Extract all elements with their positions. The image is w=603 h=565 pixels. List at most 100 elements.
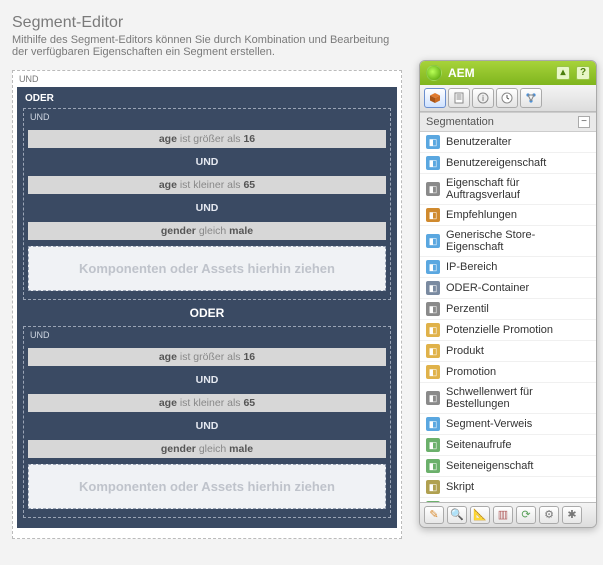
rule-row[interactable]: gender gleich male <box>28 222 386 240</box>
rule-row[interactable]: age ist kleiner als 65 <box>28 394 386 412</box>
component-item[interactable]: ◧ Perzentil <box>420 299 596 320</box>
component-item[interactable]: ◧Segment-Verweis <box>420 414 596 435</box>
sidekick-header[interactable]: AEM ▴ ? <box>420 61 596 85</box>
component-dropzone[interactable]: Komponenten oder Assets hierhin ziehen <box>28 246 386 291</box>
rule-operator: gleich <box>199 443 229 455</box>
component-item[interactable]: ◧Schwellenwert für Bestellungen <box>420 383 596 414</box>
component-icon: ◧ <box>426 208 440 222</box>
component-item[interactable]: ◧ Potenzielle Promotion <box>420 320 596 341</box>
component-item[interactable]: ◧Promotion <box>420 362 596 383</box>
clock-icon <box>501 92 513 104</box>
collapse-icon[interactable]: ▴ <box>556 66 570 80</box>
component-label: Eigenschaft für Auftragsverlauf <box>446 177 590 201</box>
component-icon: ◧ <box>426 344 440 358</box>
component-icon: ◧ <box>426 438 440 452</box>
or-container[interactable]: ODER UND age ist größer als 16 UND age i… <box>17 87 397 528</box>
component-item[interactable]: ◧ Seitenaufrufe <box>420 435 596 456</box>
and-container-inner[interactable]: UND age ist größer als 16 UND age ist kl… <box>23 108 391 300</box>
globe-icon: ⚙ <box>544 510 554 521</box>
rule-value: male <box>229 225 253 237</box>
clientcontext-button[interactable]: ⚙ <box>539 506 559 524</box>
component-icon: ◧ <box>426 135 440 149</box>
component-item[interactable]: ◧ Benutzeralter <box>420 132 596 153</box>
rule-field: age <box>159 397 177 409</box>
component-icon: ◧ <box>426 302 440 316</box>
ruler-icon: 📐 <box>473 510 487 521</box>
page-icon <box>453 92 465 104</box>
workflow-icon <box>525 92 537 104</box>
or-label: ODER <box>23 91 391 108</box>
and-container-inner[interactable]: UND age ist größer als 16 UND age ist kl… <box>23 326 391 518</box>
properties-button[interactable]: ✱ <box>562 506 582 524</box>
component-label: Seitenaufrufe <box>446 439 511 451</box>
preview-button[interactable]: 🔍 <box>447 506 467 524</box>
component-icon: ◧ <box>426 365 440 379</box>
and-label: UND <box>28 329 386 344</box>
component-item[interactable]: ◧Seiteneigenschaft <box>420 456 596 477</box>
component-label: Seiteneigenschaft <box>446 460 533 472</box>
rule-value: 16 <box>243 351 255 363</box>
component-label: Perzentil <box>446 303 489 315</box>
component-item[interactable]: ◧Generische Store-Eigenschaft <box>420 226 596 257</box>
component-item[interactable]: ◧ Empfehlungen <box>420 205 596 226</box>
component-label: Generische Store-Eigenschaft <box>446 229 590 253</box>
component-item[interactable]: ◧ IP-Bereich <box>420 257 596 278</box>
segment-editor: UND ODER UND age ist größer als 16 UND a… <box>12 70 402 539</box>
and-separator: UND <box>28 370 386 390</box>
rule-field: age <box>159 133 177 145</box>
sidekick-title: AEM <box>448 66 475 80</box>
component-item[interactable]: ◧ Produkt <box>420 341 596 362</box>
component-label: IP-Bereich <box>446 261 497 273</box>
rule-row[interactable]: age ist kleiner als 65 <box>28 176 386 194</box>
rule-field: gender <box>161 443 196 455</box>
tab-info[interactable]: i <box>472 88 494 108</box>
rule-row[interactable]: age ist größer als 16 <box>28 348 386 366</box>
pencil-icon: ✎ <box>429 510 438 521</box>
rule-row[interactable]: age ist größer als 16 <box>28 130 386 148</box>
tab-components[interactable] <box>424 88 446 108</box>
component-icon: ◧ <box>426 260 440 274</box>
component-label: ODER-Container <box>446 282 529 294</box>
reload-button[interactable]: ⟳ <box>516 506 536 524</box>
rule-field: age <box>159 179 177 191</box>
edit-button[interactable]: ✎ <box>424 506 444 524</box>
component-icon: ◧ <box>426 480 440 494</box>
websites-button[interactable]: ▥ <box>493 506 513 524</box>
sidekick-panel[interactable]: AEM ▴ ? i Segmentation − ◧Benutzeralter◧… <box>419 60 597 528</box>
sidekick-section-title: Segmentation <box>426 116 494 128</box>
component-item[interactable]: ◧ Skript <box>420 477 596 498</box>
component-label: Produkt <box>446 345 484 357</box>
component-label: Benutzeralter <box>446 136 511 148</box>
page-subtitle: Mithilfe des Segment-Editors können Sie … <box>12 34 402 58</box>
sidekick-tabs: i <box>420 85 596 112</box>
or-separator: ODER <box>23 300 391 326</box>
and-container-outer[interactable]: UND ODER UND age ist größer als 16 UND a… <box>12 70 402 539</box>
help-icon[interactable]: ? <box>576 66 590 80</box>
reload-icon: ⟳ <box>521 510 530 521</box>
section-collapse-icon[interactable]: − <box>578 116 590 128</box>
magnifier-icon: 🔍 <box>450 510 464 521</box>
rule-value: 65 <box>243 179 255 191</box>
sidekick-section-header[interactable]: Segmentation − <box>420 112 596 132</box>
rule-field: gender <box>161 225 196 237</box>
component-item[interactable]: ◧ ODER-Container <box>420 278 596 299</box>
component-item[interactable]: ◧Eigenschaft für Auftragsverlauf <box>420 174 596 205</box>
component-icon: ◧ <box>426 281 440 295</box>
design-button[interactable]: 📐 <box>470 506 490 524</box>
and-separator: UND <box>28 152 386 172</box>
component-label: Empfehlungen <box>446 209 517 221</box>
component-icon: ◧ <box>426 391 440 405</box>
tab-page[interactable] <box>448 88 470 108</box>
rule-operator: gleich <box>199 225 229 237</box>
component-label: Potenzielle Promotion <box>446 324 553 336</box>
cube-icon <box>429 92 441 104</box>
component-icon: ◧ <box>426 323 440 337</box>
tab-workflow[interactable] <box>520 88 542 108</box>
rule-value: 65 <box>243 397 255 409</box>
rule-operator: ist größer als <box>180 351 244 363</box>
component-dropzone[interactable]: Komponenten oder Assets hierhin ziehen <box>28 464 386 509</box>
component-label: Skript <box>446 481 474 493</box>
component-item[interactable]: ◧Benutzereigenschaft <box>420 153 596 174</box>
rule-row[interactable]: gender gleich male <box>28 440 386 458</box>
tab-versioning[interactable] <box>496 88 518 108</box>
